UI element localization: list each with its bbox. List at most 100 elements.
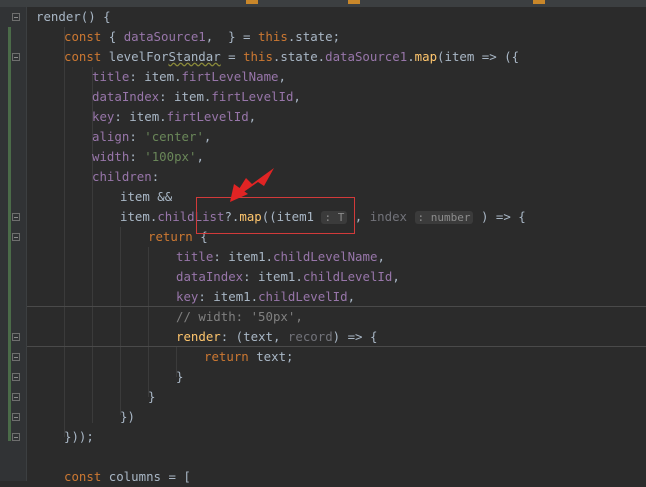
red-arrow-icon <box>230 168 274 202</box>
code-line[interactable]: key: item.firtLevelId, <box>92 107 256 127</box>
code-token: firtLevelId <box>166 109 249 124</box>
code-token: Standar <box>168 49 221 64</box>
code-token: : item. <box>114 109 167 124</box>
code-token: index <box>369 209 408 224</box>
code-line[interactable]: title: item1.childLevelName, <box>176 247 385 267</box>
code-line[interactable]: dataIndex: item1.childLevelId, <box>176 267 400 287</box>
code-line[interactable]: width: '100px', <box>92 147 204 167</box>
code-token: // width: '50px', <box>176 309 303 324</box>
code-line[interactable]: } <box>176 367 183 387</box>
code-line[interactable]: }) <box>120 407 135 427</box>
file-tab-icon[interactable] <box>533 0 545 4</box>
code-token: , <box>278 69 286 84</box>
code-token: : item. <box>159 89 212 104</box>
code-token: key <box>176 289 199 304</box>
code-token: .state. <box>272 49 326 64</box>
code-token: }) <box>120 409 135 424</box>
fold-toggle-icon[interactable] <box>12 393 20 401</box>
fold-toggle-icon[interactable] <box>12 353 20 361</box>
code-token: '100px' <box>144 149 197 164</box>
file-tab-icon[interactable] <box>348 0 360 4</box>
code-token: : <box>151 169 160 184</box>
indent-guide <box>64 27 65 437</box>
fold-toggle-icon[interactable] <box>12 213 20 221</box>
code-token: , <box>377 249 385 264</box>
code-line[interactable]: const { dataSource1, } = this.state; <box>64 27 340 47</box>
code-token: align <box>92 129 130 144</box>
code-token: , <box>248 109 257 124</box>
code-token: const <box>64 29 109 44</box>
code-line[interactable]: render: (text, record) => { <box>176 327 377 347</box>
code-token: firtLevelId <box>211 89 294 104</box>
code-token: . <box>407 49 415 64</box>
code-line[interactable]: title: item.firtLevelName, <box>92 67 286 87</box>
code-token: text; <box>256 349 294 364</box>
fold-toggle-icon[interactable] <box>12 13 20 21</box>
line-gutter <box>0 7 26 481</box>
code-line[interactable]: align: 'center', <box>92 127 211 147</box>
code-token: width <box>92 149 130 164</box>
code-token: dataIndex <box>92 89 160 104</box>
code-token: title <box>176 249 214 264</box>
code-token: : <box>129 129 145 144</box>
code-token: (item => ({ <box>437 49 520 64</box>
code-token: = <box>220 49 244 64</box>
code-token: dataIndex <box>176 269 244 284</box>
code-token: , <box>347 289 356 304</box>
code-token: columns = [ <box>108 469 191 484</box>
code-token: ) => { <box>473 209 526 224</box>
code-token: return <box>204 349 257 364</box>
code-token: .state; <box>287 29 341 44</box>
code-token: children <box>92 169 152 184</box>
indent-guide <box>148 247 149 397</box>
code-line[interactable]: // width: '50px', <box>176 307 303 327</box>
gutter-separator <box>26 7 27 481</box>
code-token: , } = <box>205 29 258 44</box>
fold-toggle-icon[interactable] <box>12 233 20 241</box>
code-line[interactable]: item && <box>120 187 172 207</box>
file-tab-icon[interactable] <box>246 0 258 4</box>
code-line[interactable]: })); <box>64 427 94 447</box>
fold-toggle-icon[interactable] <box>12 433 20 441</box>
code-token: : item. <box>129 69 182 84</box>
vcs-change-marker[interactable] <box>8 27 11 441</box>
code-token: : item1. <box>243 269 303 284</box>
code-line[interactable]: const columns = [ <box>64 467 191 487</box>
code-line[interactable]: return text; <box>204 347 294 367</box>
code-token: render() { <box>36 9 111 24</box>
fold-toggle-icon[interactable] <box>12 53 20 61</box>
code-line[interactable]: children: <box>92 167 159 187</box>
code-token: render <box>176 329 221 344</box>
code-token: : <box>129 149 145 164</box>
code-token: this <box>243 49 273 64</box>
code-token: : item1. <box>213 249 273 264</box>
code-token: dataSource1 <box>123 29 206 44</box>
fold-toggle-icon[interactable] <box>12 333 20 341</box>
code-token: : (text, <box>220 329 288 344</box>
fold-toggle-icon[interactable] <box>12 373 20 381</box>
code-token: childLevelId <box>258 289 348 304</box>
code-line[interactable]: const levelForStandar = this.state.dataS… <box>64 47 519 67</box>
code-line[interactable]: dataIndex: item.firtLevelId, <box>92 87 301 107</box>
code-token: title <box>92 69 130 84</box>
editor-tab-strip[interactable] <box>0 0 646 7</box>
code-token: firtLevelName <box>181 69 279 84</box>
code-token: , <box>293 89 301 104</box>
code-token: })); <box>64 429 94 444</box>
code-line[interactable]: render() { <box>36 7 111 27</box>
code-token: : item1. <box>198 289 259 304</box>
inlay-type-hint: : number <box>414 211 474 224</box>
code-token: const <box>64 469 109 484</box>
fold-toggle-icon[interactable] <box>12 413 20 421</box>
code-token: dataSource1 <box>325 49 408 64</box>
code-token: 'center' <box>144 129 204 144</box>
code-token: item. <box>120 209 158 224</box>
code-token: this <box>257 29 288 44</box>
code-token: key <box>92 109 115 124</box>
code-token: record <box>287 329 333 344</box>
code-token: , <box>203 129 212 144</box>
code-line[interactable]: key: item1.childLevelId, <box>176 287 355 307</box>
code-token: return <box>148 229 201 244</box>
code-line[interactable]: } <box>148 387 155 407</box>
